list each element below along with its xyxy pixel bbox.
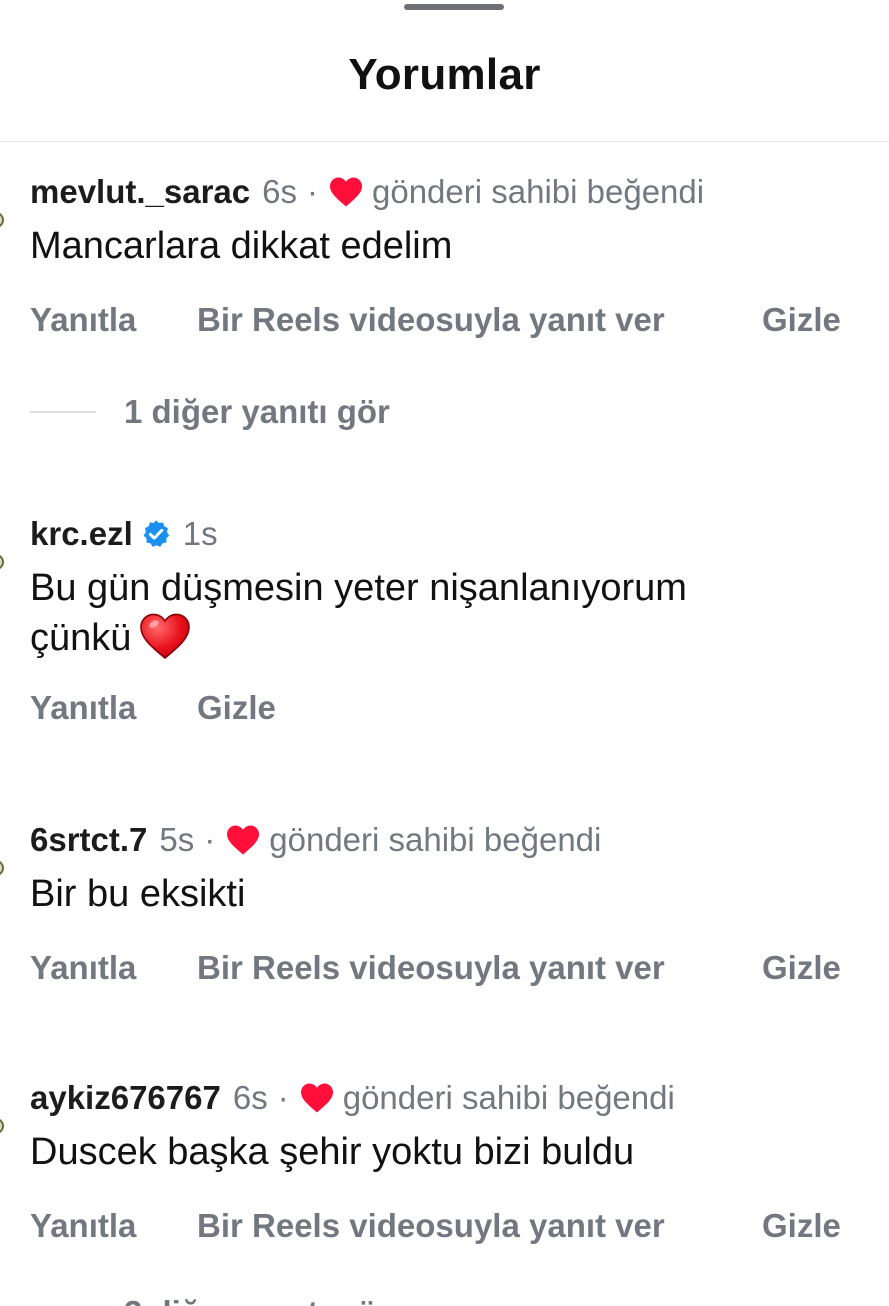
view-replies-label: 1 diğer yanıtı gör <box>124 393 390 430</box>
drag-handle[interactable] <box>404 4 504 10</box>
comment-text: Mancarlara dikkat edelim <box>30 225 453 267</box>
meta-separator: · <box>277 1079 289 1116</box>
liked-by-author-label: gönderi sahibi beğendi <box>269 821 602 858</box>
view-replies-button[interactable]: 1 diğer yanıtı gör <box>30 390 390 434</box>
comment-actions: Yanıtla Bir Reels videosuyla yanıt ver G… <box>30 946 841 990</box>
comment-username[interactable]: 6srtct.7 <box>30 821 147 859</box>
liked-by-author-label: gönderi sahibi beğendi <box>372 173 705 210</box>
comment-time: 6s <box>232 1079 268 1116</box>
comment-time: 5s <box>159 821 195 858</box>
avatar[interactable] <box>0 554 4 570</box>
hide-button[interactable]: Gizle <box>762 301 841 339</box>
hide-button[interactable]: Gizle <box>197 689 276 727</box>
meta-separator: · <box>204 821 216 858</box>
comment-actions: Yanıtla Gizle <box>30 686 276 730</box>
comment-text: Bu gün düşmesin yeter nişanlanıyorum çün… <box>30 564 850 662</box>
reels-reply-button[interactable]: Bir Reels videosuyla yanıt ver <box>197 301 762 339</box>
comment-text-line: Bu gün düşmesin yeter nişanlanıyorum <box>30 567 687 609</box>
comment-username[interactable]: mevlut._sarac <box>30 173 250 211</box>
comments-sheet: Yorumlar mevlut._sarac 6s · gönderi sahi… <box>0 0 889 1306</box>
reels-reply-button[interactable]: Bir Reels videosuyla yanıt ver <box>197 1207 762 1245</box>
heart-icon <box>300 1083 333 1113</box>
heart-icon <box>330 177 362 207</box>
hide-button[interactable]: Gizle <box>762 1207 841 1245</box>
replies-divider-line <box>30 411 96 413</box>
reply-button[interactable]: Yanıtla <box>30 689 197 727</box>
comment-meta: aykiz676767 6s · gönderi sahibi beğendi <box>30 1078 675 1118</box>
avatar[interactable] <box>0 860 4 876</box>
header-divider <box>0 141 889 142</box>
view-replies-button[interactable]: 3 diğer yanıtı gör <box>124 1294 390 1306</box>
comment-time: 1s <box>182 515 218 552</box>
meta-separator: · <box>307 173 318 210</box>
comment-username[interactable]: krc.ezl <box>30 515 133 553</box>
comment-meta: krc.ezl 1s <box>30 514 218 554</box>
comment-text: Bir bu eksikti <box>30 873 246 915</box>
comment-meta: mevlut._sarac 6s · gönderi sahibi beğend… <box>30 172 704 212</box>
liked-by-author-label: gönderi sahibi beğendi <box>342 1079 675 1116</box>
comment-actions: Yanıtla Bir Reels videosuyla yanıt ver G… <box>30 298 841 342</box>
reply-button[interactable]: Yanıtla <box>30 1207 197 1245</box>
avatar[interactable] <box>0 1118 4 1134</box>
comment-text-word: çünkü <box>30 617 132 659</box>
comment-text-line: çünkü <box>30 612 850 662</box>
red-heart-emoji-icon <box>140 613 191 660</box>
comment-actions: Yanıtla Bir Reels videosuyla yanıt ver G… <box>30 1204 841 1248</box>
avatar[interactable] <box>0 212 4 228</box>
reply-button[interactable]: Yanıtla <box>30 301 197 339</box>
comment-time: 6s <box>262 173 297 210</box>
page-title: Yorumlar <box>348 50 541 99</box>
comment-meta: 6srtct.7 5s · gönderi sahibi beğendi <box>30 820 601 860</box>
reply-button[interactable]: Yanıtla <box>30 949 197 987</box>
comment-username[interactable]: aykiz676767 <box>30 1079 221 1117</box>
hide-button[interactable]: Gizle <box>762 949 841 987</box>
verified-badge-icon <box>143 520 169 547</box>
heart-icon <box>227 825 260 855</box>
reels-reply-button[interactable]: Bir Reels videosuyla yanıt ver <box>197 949 762 987</box>
comment-text: Duscek başka şehir yoktu bizi buldu <box>30 1131 635 1173</box>
